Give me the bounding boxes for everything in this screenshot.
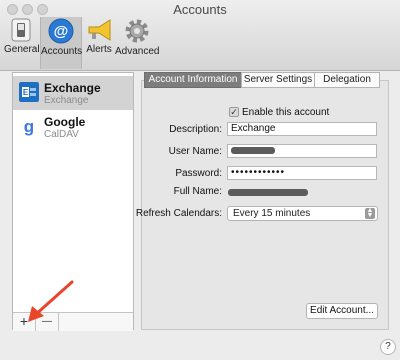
help-button[interactable]: ? xyxy=(380,339,396,355)
svg-text:E: E xyxy=(23,88,29,97)
username-field[interactable] xyxy=(227,144,377,158)
fullname-value-redacted xyxy=(228,189,308,196)
refresh-calendars-value: Every 15 minutes xyxy=(233,208,311,219)
password-field[interactable]: •••••••••••• xyxy=(227,166,377,180)
tab-account-information[interactable]: Account Information xyxy=(144,72,242,88)
toolbar-advanced[interactable]: Advanced xyxy=(115,17,159,69)
toolbar-general[interactable]: General xyxy=(4,17,40,69)
toolbar-alerts-label: Alerts xyxy=(86,44,112,55)
redaction xyxy=(231,146,275,154)
annotation-arrow xyxy=(28,280,74,322)
svg-text:g: g xyxy=(24,117,34,136)
toolbar-alerts[interactable]: Alerts xyxy=(84,17,114,69)
fullname-label: Full Name: xyxy=(173,186,222,197)
account-type: Exchange xyxy=(44,95,89,106)
tab-server-settings[interactable]: Server Settings xyxy=(241,72,315,88)
tab-delegation[interactable]: Delegation xyxy=(314,72,380,88)
account-item-exchange[interactable]: E Exchange Exchange xyxy=(13,76,133,110)
toolbar-general-label: General xyxy=(4,44,40,55)
refresh-calendars-label: Refresh Calendars: xyxy=(135,208,222,219)
titlebar: Accounts General @ Accounts Alerts Advan… xyxy=(0,0,400,71)
enable-account-checkbox[interactable]: ✓ xyxy=(229,107,239,117)
account-name: Exchange xyxy=(44,81,101,95)
general-switch-icon xyxy=(11,18,31,42)
at-sign-icon: @ xyxy=(48,18,74,44)
megaphone-icon xyxy=(88,19,111,41)
password-label: Password: xyxy=(175,168,222,179)
toolbar-advanced-label: Advanced xyxy=(115,46,160,57)
account-item-google[interactable]: g Google CalDAV xyxy=(13,110,133,144)
description-field[interactable]: Exchange xyxy=(227,122,377,136)
description-label: Description: xyxy=(169,124,222,135)
gear-icon xyxy=(125,19,149,43)
exchange-icon: E xyxy=(19,82,39,102)
refresh-calendars-select[interactable]: Every 15 minutes ▲ ▼ xyxy=(227,206,378,221)
toolbar-accounts-label: Accounts xyxy=(41,46,83,57)
svg-text:@: @ xyxy=(54,23,69,40)
account-type: CalDAV xyxy=(44,129,79,140)
chevron-updown-icon: ▲ ▼ xyxy=(365,207,375,219)
google-icon: g xyxy=(19,116,39,136)
account-name: Google xyxy=(44,115,86,129)
window-title: Accounts xyxy=(173,2,227,17)
edit-account-button[interactable]: Edit Account... xyxy=(306,303,378,319)
enable-account-label: Enable this account xyxy=(242,107,330,118)
username-label: User Name: xyxy=(168,146,222,157)
toolbar-accounts[interactable]: @ Accounts xyxy=(40,17,82,69)
